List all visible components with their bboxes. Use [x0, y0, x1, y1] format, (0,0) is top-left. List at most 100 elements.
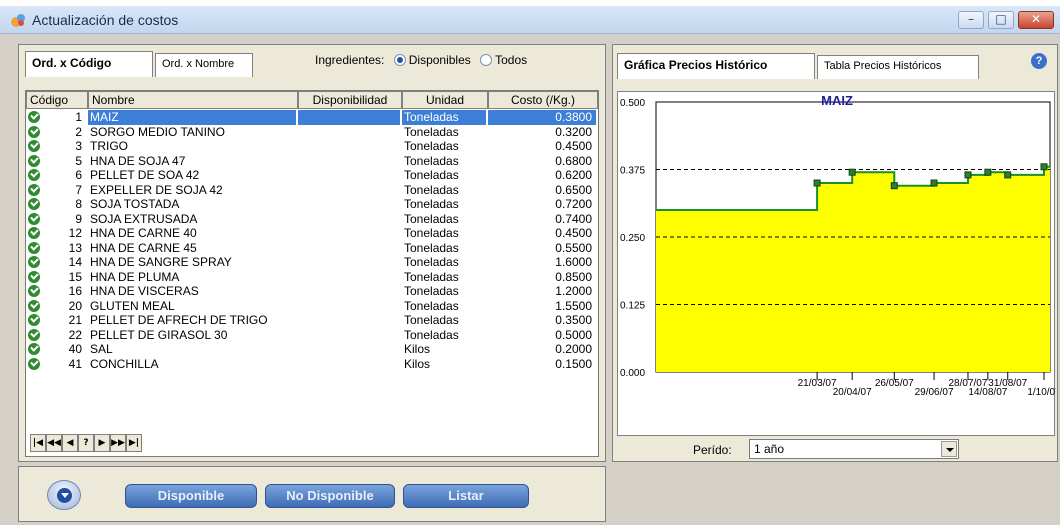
cell-codigo: 12: [68, 226, 82, 240]
table-row[interactable]: 2 SORGO MEDIO TANINO Toneladas 0.3200: [26, 125, 598, 140]
cell-disponibilidad: [298, 139, 400, 154]
table-row[interactable]: 6 PELLET DE SOA 42 Toneladas 0.6200: [26, 168, 598, 183]
tab-ord-nombre[interactable]: Ord. x Nombre: [155, 53, 253, 77]
table-row[interactable]: 41 CONCHILLA Kilos 0.1500: [26, 357, 598, 372]
cell-unidad: Toneladas: [404, 313, 459, 327]
cell-unidad: Toneladas: [402, 110, 486, 125]
table-row[interactable]: 21 PELLET DE AFRECH DE TRIGO Toneladas 0.35…: [26, 313, 598, 328]
table-row[interactable]: 22 PELLET DE GIRASOL 30 Toneladas 0.5000: [26, 328, 598, 343]
radio-disponibles-label[interactable]: Disponibles: [409, 53, 471, 67]
cell-codigo: 21: [68, 313, 82, 327]
table-row[interactable]: 16 HNA DE VISCERAS Toneladas 1.2000: [26, 284, 598, 299]
nav-first-button[interactable]: |◀: [30, 434, 46, 452]
nav-next-button[interactable]: ▶: [94, 434, 110, 452]
y-tick-label: 0.125: [620, 301, 645, 312]
chart-title: MAIZ: [821, 93, 853, 108]
cell-codigo: 8: [75, 197, 82, 211]
nav-prev-button[interactable]: ◀: [62, 434, 78, 452]
x-tick-label: 20/04/07: [833, 387, 872, 398]
table-row[interactable]: 7 EXPELLER DE SOJA 42 Toneladas 0.6500: [26, 183, 598, 198]
tab-ord-codigo[interactable]: Ord. x Código: [25, 51, 153, 77]
record-navigator: |◀ ◀◀ ◀ ? ▶ ▶▶ ▶|: [30, 434, 142, 454]
col-unidad[interactable]: Unidad: [402, 91, 488, 109]
data-point: [848, 168, 856, 176]
table-header: Código Nombre Disponibilidad Unidad Cost…: [26, 91, 598, 109]
close-icon: ✕: [1030, 12, 1042, 26]
maximize-button[interactable]: □: [988, 11, 1014, 29]
nav-prev-page-button[interactable]: ◀◀: [46, 434, 62, 452]
cell-nombre: CONCHILLA: [90, 356, 159, 371]
cell-disponibilidad: [298, 241, 400, 256]
periodo-select[interactable]: 1 año: [749, 439, 959, 459]
data-point: [964, 171, 972, 179]
app-icon: [11, 14, 25, 27]
cell-nombre: HNA DE CARNE 40: [90, 226, 197, 240]
available-check-icon: [28, 328, 42, 343]
table-row[interactable]: 20 GLUTEN MEAL Toneladas 1.5500: [26, 299, 598, 314]
nav-last-button[interactable]: ▶|: [126, 434, 142, 452]
table-row[interactable]: 14 HNA DE SANGRE SPRAY Toneladas 1.6000: [26, 255, 598, 270]
cell-nombre: SOJA TOSTADA: [90, 197, 180, 211]
table-row[interactable]: 15 HNA DE PLUMA Toneladas 0.8500: [26, 270, 598, 285]
radio-disponibles[interactable]: [393, 54, 406, 66]
cell-costo: 0.4500: [555, 139, 592, 153]
tab-tabla-precios[interactable]: Tabla Precios Históricos: [817, 55, 979, 79]
x-tick-label: 1/10/07: [1027, 387, 1056, 398]
table-row[interactable]: 3 TRIGO Toneladas 0.4500: [26, 139, 598, 154]
expand-button[interactable]: [47, 480, 81, 510]
radio-todos-label[interactable]: Todos: [495, 53, 527, 67]
available-check-icon: [28, 197, 42, 212]
cell-disponibilidad: [298, 110, 400, 125]
table-row[interactable]: 40 SAL Kilos 0.2000: [26, 342, 598, 357]
data-point: [930, 179, 938, 187]
cell-codigo: 3: [75, 139, 82, 153]
disponible-button[interactable]: Disponible: [125, 484, 257, 508]
col-costo[interactable]: Costo (/Kg.): [488, 91, 598, 109]
cell-unidad: Toneladas: [404, 284, 459, 298]
cell-costo: 0.6800: [555, 153, 592, 168]
available-check-icon: [28, 168, 42, 183]
cell-unidad: Toneladas: [404, 168, 459, 182]
cell-codigo: 9: [75, 211, 82, 226]
available-check-icon: [28, 110, 42, 125]
table-row[interactable]: 5 HNA DE SOJA 47 Toneladas 0.6800: [26, 154, 598, 169]
minimize-button[interactable]: –: [958, 11, 984, 29]
cell-disponibilidad: [298, 212, 400, 227]
cell-nombre: SOJA EXTRUSADA: [90, 211, 198, 226]
chevron-down-icon[interactable]: [941, 441, 957, 457]
table-row[interactable]: 1 MAIZ Toneladas 0.3800: [26, 110, 598, 125]
available-check-icon: [28, 154, 42, 169]
cell-codigo: 14: [68, 255, 82, 269]
cell-unidad: Kilos: [404, 356, 431, 371]
close-button[interactable]: ✕: [1018, 11, 1054, 29]
cell-costo: 0.3800: [488, 110, 596, 125]
available-check-icon: [28, 226, 42, 241]
col-nombre[interactable]: Nombre: [88, 91, 298, 109]
col-disponibilidad[interactable]: Disponibilidad: [298, 91, 402, 109]
nav-search-button[interactable]: ?: [78, 434, 94, 452]
col-codigo[interactable]: Código: [26, 91, 88, 109]
minimize-icon: –: [968, 12, 974, 26]
no-disponible-button[interactable]: No Disponible: [265, 484, 395, 508]
table-row[interactable]: 13 HNA DE CARNE 45 Toneladas 0.5500: [26, 241, 598, 256]
table-row[interactable]: 9 SOJA EXTRUSADA Toneladas 0.7400: [26, 212, 598, 227]
cell-disponibilidad: [298, 183, 400, 198]
tab-grafica-precios[interactable]: Gráfica Precios Histórico: [617, 53, 815, 79]
available-check-icon: [28, 270, 42, 285]
available-check-icon: [28, 183, 42, 198]
cell-costo: 0.5000: [555, 327, 592, 342]
radio-todos[interactable]: [480, 54, 493, 66]
cell-nombre: PELLET DE SOA 42: [90, 168, 200, 182]
available-check-icon: [28, 255, 42, 270]
nav-next-page-button[interactable]: ▶▶: [110, 434, 126, 452]
help-icon[interactable]: ?: [1031, 53, 1047, 69]
table-row[interactable]: 8 SOJA TOSTADA Toneladas 0.7200: [26, 197, 598, 212]
listar-button[interactable]: Listar: [403, 484, 529, 508]
cell-codigo: 6: [75, 168, 82, 182]
maximize-icon: □: [995, 12, 1007, 26]
cell-nombre: MAIZ: [88, 110, 296, 125]
cell-disponibilidad: [298, 154, 400, 169]
cell-unidad: Toneladas: [404, 139, 459, 153]
table-row[interactable]: 12 HNA DE CARNE 40 Toneladas 0.4500: [26, 226, 598, 241]
cell-unidad: Toneladas: [404, 269, 459, 284]
